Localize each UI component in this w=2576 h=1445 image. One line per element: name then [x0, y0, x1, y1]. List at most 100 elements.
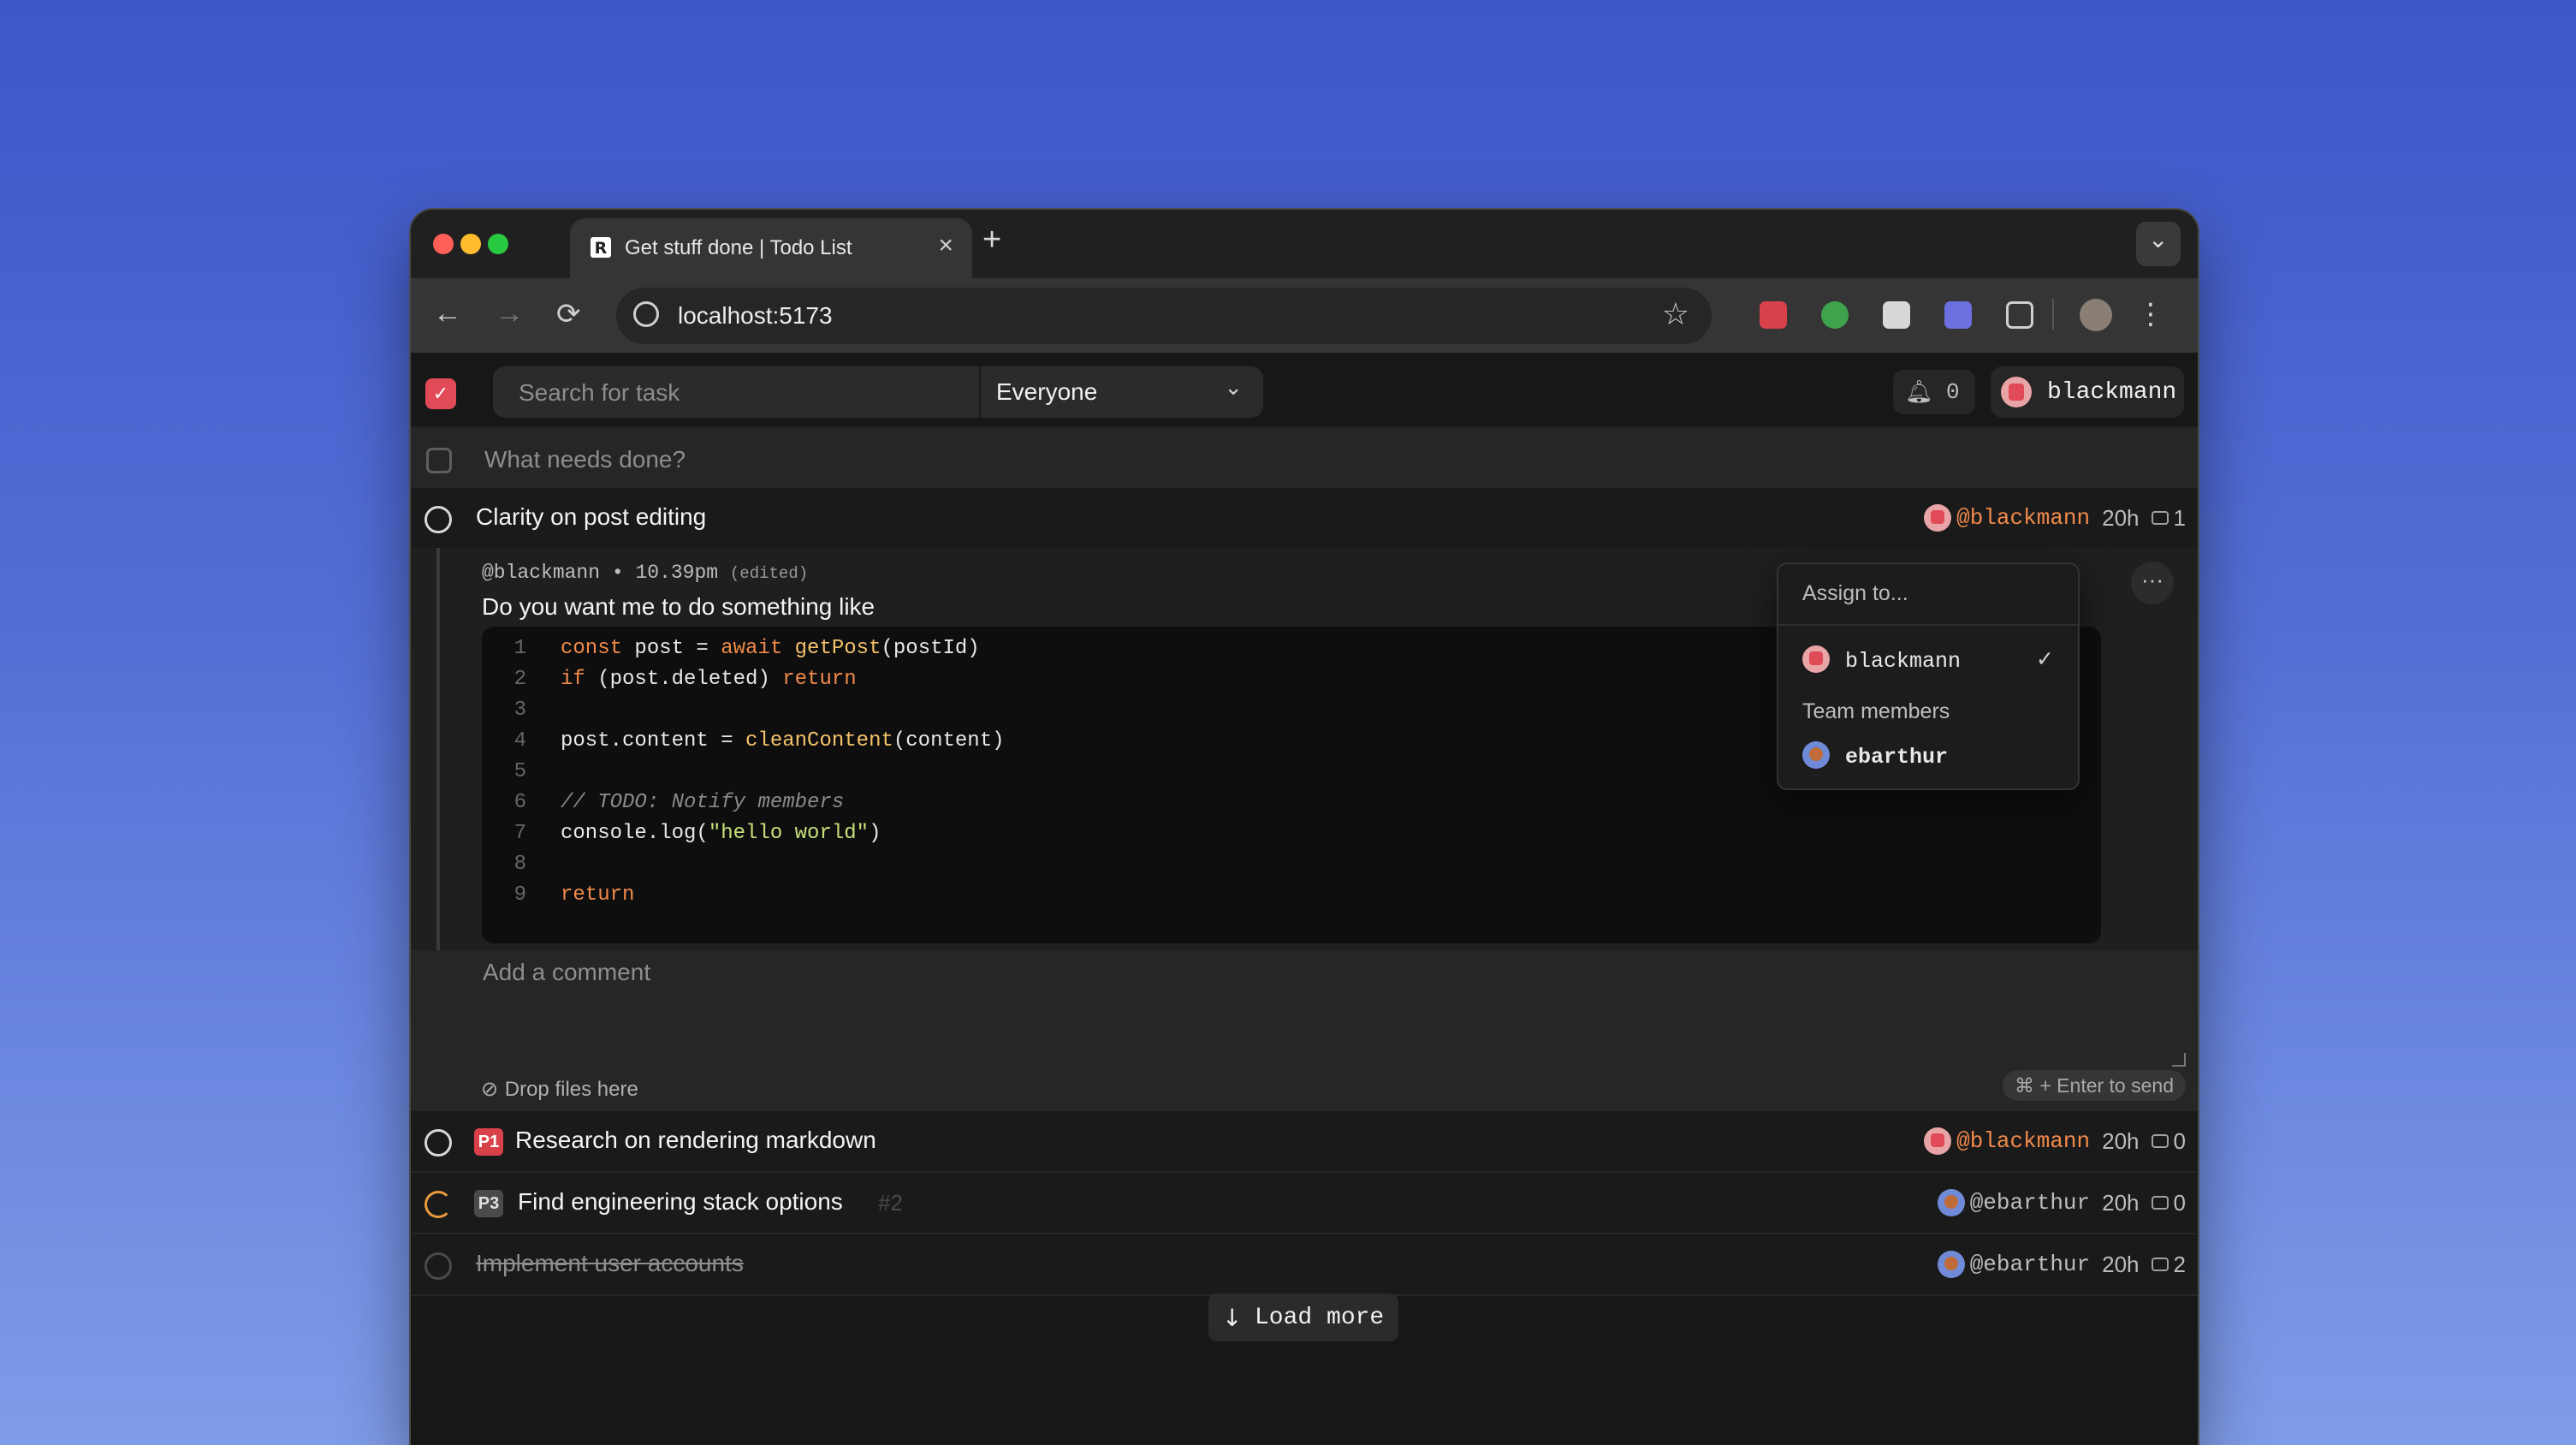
task-title[interactable]: Clarity on post editing: [476, 503, 706, 531]
new-task-bar: [411, 426, 2198, 491]
new-task-input[interactable]: [483, 428, 1770, 491]
member-name: ebarthur: [1845, 745, 1949, 770]
paperclip-icon: ⊘: [481, 1077, 505, 1101]
task-title[interactable]: Find engineering stack options: [518, 1188, 843, 1216]
assignee-name: @ebarthur: [1969, 1252, 2091, 1277]
comment-count[interactable]: 1: [2151, 504, 2186, 532]
profile-avatar[interactable]: [2080, 299, 2112, 331]
completed-status-icon[interactable]: [424, 1252, 452, 1280]
resize-handle[interactable]: [2172, 1053, 2186, 1067]
assignee-avatar: [1937, 1189, 1965, 1216]
member-name: blackmann: [1845, 649, 1962, 674]
check-icon: ✓: [2036, 646, 2054, 671]
chevron-down-icon: ⌄: [1224, 375, 1243, 401]
todo-app: ✓ Everyone ⌄ 🔔︎ 0 blackmann: [411, 353, 2198, 1445]
task-assignee[interactable]: @ebarthur: [1937, 1189, 2091, 1216]
assignee-avatar: [1924, 504, 1952, 532]
extension-purple-icon[interactable]: [1944, 301, 1972, 329]
comment-textarea[interactable]: [481, 957, 2128, 1063]
member-avatar: [1802, 741, 1830, 769]
search-group: Everyone ⌄: [493, 366, 1265, 419]
assignee-avatar: [1924, 1127, 1952, 1155]
assign-option-ebarthur[interactable]: ebarthur: [1778, 732, 2078, 778]
task-number: #2: [878, 1190, 903, 1216]
bookmark-star-icon[interactable]: ☆: [1662, 296, 1689, 332]
send-hint: ⌘ + Enter to send: [2002, 1070, 2186, 1101]
task-row[interactable]: Clarity on post editing @blackmann 20h 1: [411, 488, 2198, 550]
task-row[interactable]: P3 Find engineering stack options #2 @eb…: [411, 1173, 2198, 1234]
current-username: blackmann: [2047, 379, 2177, 406]
task-title[interactable]: Research on rendering markdown: [515, 1127, 876, 1154]
browser-tab[interactable]: R Get stuff done | Todo List ×: [570, 218, 972, 278]
maximize-window-button[interactable]: [488, 234, 508, 254]
priority-badge: P1: [474, 1128, 503, 1156]
in-progress-status-icon[interactable]: [424, 1191, 452, 1218]
comment-author: @blackmann: [482, 562, 601, 584]
code-line: 6// TODO: Notify members: [513, 791, 845, 814]
notifications-button[interactable]: 🔔︎ 0: [1893, 370, 1975, 414]
task-assignee[interactable]: @blackmann: [1924, 504, 2090, 532]
tab-close-icon[interactable]: ×: [938, 231, 953, 260]
browser-window: R Get stuff done | Todo List × + ⌄ ← → ⟳…: [411, 210, 2198, 1445]
task-status-checkbox[interactable]: [424, 1129, 452, 1157]
comment-meta: @blackmann • 10.39pm (edited): [482, 562, 808, 584]
assign-option-blackmann[interactable]: blackmann ✓: [1778, 636, 2078, 682]
tab-search-button[interactable]: ⌄: [2136, 222, 2181, 266]
reload-icon[interactable]: ⟳: [556, 297, 581, 331]
task-row[interactable]: P1 Research on rendering markdown @black…: [411, 1111, 2198, 1173]
arrow-down-icon: ↓: [1222, 1304, 1243, 1332]
task-meta: @blackmann 20h 1: [1924, 503, 2186, 532]
member-avatar: [1802, 645, 1830, 673]
task-assignee[interactable]: @blackmann: [1924, 1127, 2090, 1155]
comment-icon: [2151, 1134, 2169, 1148]
user-menu-button[interactable]: blackmann: [1991, 366, 2184, 418]
comment-count[interactable]: 0: [2151, 1190, 2186, 1216]
comment-count-value: 2: [2173, 1251, 2186, 1277]
comment-count[interactable]: 2: [2151, 1251, 2186, 1278]
load-more-button[interactable]: ↓ Load more: [1208, 1293, 1398, 1341]
bell-icon: 🔔︎: [1905, 378, 1934, 404]
assign-heading: Assign to...: [1802, 581, 1908, 605]
inbox-icon: [426, 448, 452, 473]
comment-composer: ⊘ Drop files here ⌘ + Enter to send: [411, 950, 2198, 1111]
forward-icon[interactable]: →: [495, 297, 524, 330]
meta-separator: •: [611, 562, 624, 584]
extensions-puzzle-icon[interactable]: [2006, 301, 2033, 329]
address-bar[interactable]: localhost:5173 ☆: [616, 288, 1712, 344]
comment-count-value: 1: [2173, 504, 2186, 531]
assignee-name: @ebarthur: [1969, 1190, 2091, 1216]
tab-title: Get stuff done | Todo List: [625, 236, 852, 259]
back-icon[interactable]: ←: [433, 297, 462, 330]
comment-count-value: 0: [2173, 1127, 2186, 1154]
filter-value: Everyone: [996, 378, 1098, 405]
minimize-window-button[interactable]: [460, 234, 481, 254]
task-title[interactable]: Implement user accounts: [476, 1250, 744, 1277]
code-line: 7 console.log("hello world"): [513, 822, 881, 845]
task-assignee[interactable]: @ebarthur: [1937, 1251, 2091, 1278]
priority-badge: P3: [474, 1190, 503, 1217]
comment-more-button[interactable]: ···: [2131, 562, 2174, 604]
comment-text: Do you want me to do something like: [482, 593, 875, 620]
extension-red-icon[interactable]: [1760, 301, 1787, 329]
drop-files-zone[interactable]: ⊘ Drop files here: [481, 1077, 638, 1102]
tab-strip: R Get stuff done | Todo List × + ⌄: [411, 210, 2198, 278]
close-window-button[interactable]: [433, 234, 454, 254]
new-tab-button[interactable]: +: [982, 222, 1001, 259]
site-info-icon[interactable]: [633, 301, 659, 327]
comment-count[interactable]: 0: [2151, 1127, 2186, 1155]
app-logo-icon[interactable]: ✓: [425, 378, 456, 409]
app-header: ✓ Everyone ⌄ 🔔︎ 0 blackmann: [411, 353, 2198, 426]
task-row[interactable]: Implement user accounts @ebarthur 20h 2: [411, 1234, 2198, 1296]
extension-glasses-icon[interactable]: [1883, 301, 1910, 329]
extension-green-icon[interactable]: [1821, 301, 1849, 329]
task-meta: @ebarthur 20h 0: [1937, 1188, 2186, 1217]
search-input[interactable]: [493, 366, 1000, 419]
site-favicon-icon: R: [591, 237, 611, 258]
task-meta: @ebarthur 20h 2: [1937, 1250, 2186, 1279]
svg-text:R: R: [595, 239, 608, 258]
assignee-filter-select[interactable]: Everyone ⌄: [979, 366, 1265, 418]
task-status-checkbox[interactable]: [424, 506, 452, 533]
browser-menu-icon[interactable]: ⋮: [2136, 297, 2165, 331]
comment-icon: [2151, 1258, 2169, 1271]
menu-divider: [1778, 624, 2078, 626]
